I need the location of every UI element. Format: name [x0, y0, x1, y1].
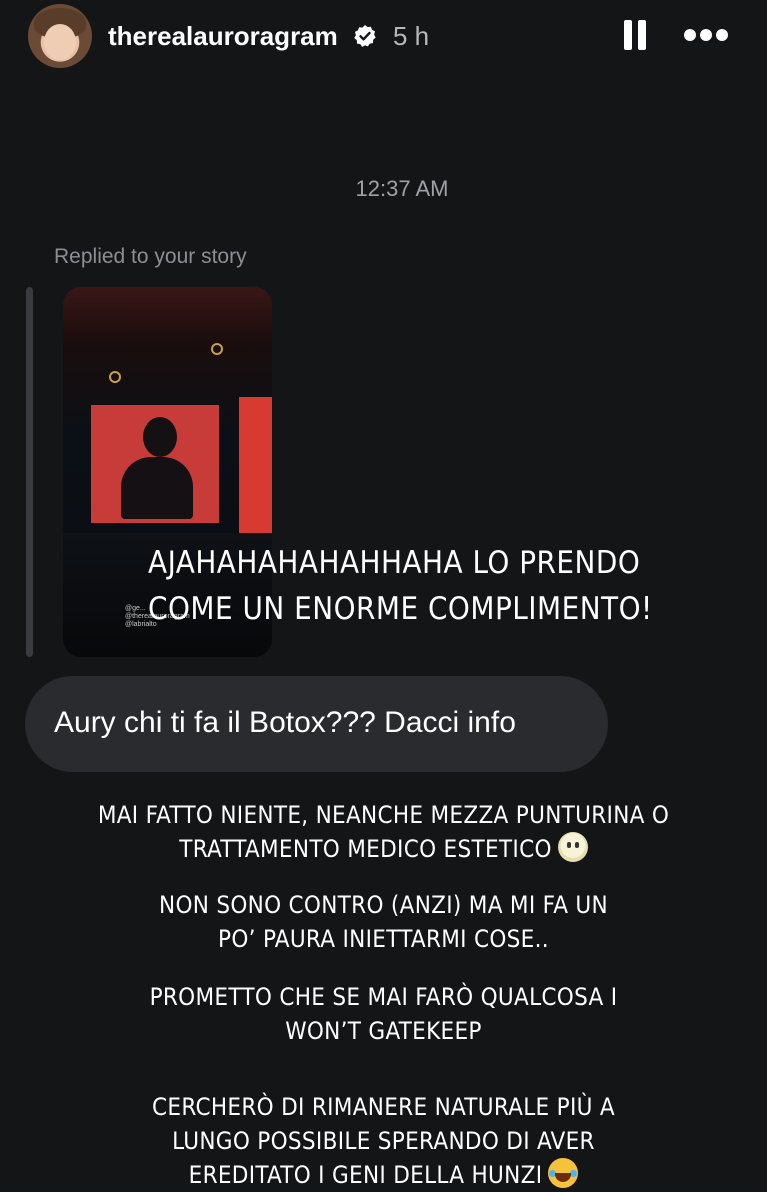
face-emoji-icon — [557, 832, 588, 862]
reply-indicator-bar — [26, 287, 33, 657]
verified-badge-icon — [354, 25, 376, 47]
story-caption: AJAHAHAHAHAHHAHA LO PRENDO COME UN ENORM… — [148, 545, 653, 627]
response-paragraph-3: PROMETTO CHE SE MAI FARÒ QUALCOSA I WON’… — [149, 983, 618, 1045]
time-ago: 5 h — [393, 21, 430, 51]
replied-to-story-label: Replied to your story — [54, 245, 247, 268]
more-dots-icon[interactable] — [684, 26, 728, 44]
story-header: therealauroragram 5 h — [0, 0, 767, 72]
pause-icon[interactable] — [622, 20, 646, 52]
stage-screen-side — [239, 397, 272, 533]
response-paragraph-1: MAI FATTO NIENTE, NEANCHE MEZZA PUNTURIN… — [0, 798, 767, 866]
response-paragraph-4: CERCHERÒ DI RIMANERE NATURALE PIÙ A LUNG… — [0, 1090, 767, 1192]
stage-light-icon — [109, 371, 121, 383]
speaker-head — [143, 417, 177, 457]
avatar-face — [44, 24, 76, 60]
stage-light-icon — [211, 343, 223, 355]
message-text: Aury chi ti fa il Botox??? Dacci info — [54, 706, 516, 739]
response-paragraph-2: NON SONO CONTRO (ANZI) MA MI FA UN PO’ P… — [159, 891, 608, 953]
speaker-body — [121, 457, 193, 519]
laughing-emoji-icon — [548, 1158, 579, 1188]
profile-avatar[interactable] — [28, 4, 92, 68]
username[interactable]: therealauroragram — [108, 20, 338, 52]
message-timestamp: 12:37 AM — [355, 176, 449, 201]
response-text-4: CERCHERÒ DI RIMANERE NATURALE PIÙ A LUNG… — [152, 1093, 615, 1189]
